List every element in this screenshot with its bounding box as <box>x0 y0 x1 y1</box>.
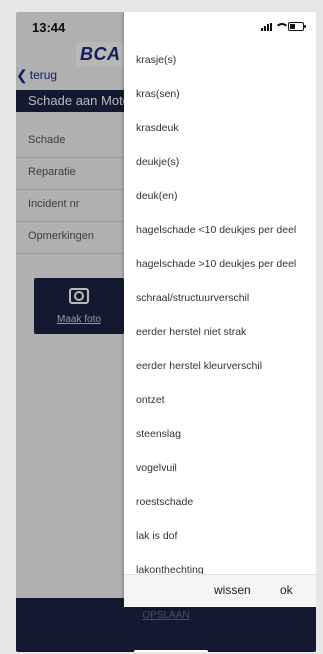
picker-actions: wissen ok <box>124 574 316 607</box>
option-label: lak is dof <box>136 530 178 542</box>
option-item[interactable]: krasje(s) <box>124 48 316 82</box>
option-label: eerder herstel kleurverschil <box>136 360 263 372</box>
option-item[interactable]: lak is dof <box>124 524 316 558</box>
home-indicator[interactable] <box>134 650 208 652</box>
clear-button[interactable]: wissen <box>214 583 251 597</box>
option-label: eerder herstel niet strak <box>136 326 247 338</box>
option-item[interactable]: eerder herstel niet strak <box>124 320 316 354</box>
option-label: vogelvuil <box>136 462 177 474</box>
option-item[interactable]: deuk(en) <box>124 184 316 218</box>
device-frame: 13:44 BCA ❮ terug Schade aan Moto Schade… <box>0 0 323 654</box>
option-item[interactable]: steenslag <box>124 422 316 456</box>
option-label: deukje(s) <box>136 156 180 168</box>
option-label: krasdeuk <box>136 122 179 134</box>
option-item[interactable]: vogelvuil <box>124 456 316 490</box>
option-label: kras(sen) <box>136 88 180 100</box>
option-item[interactable]: eerder herstel kleurverschil <box>124 354 316 388</box>
option-item[interactable]: hagelschade <10 deukjes per deel <box>124 218 316 252</box>
status-icons <box>261 22 306 31</box>
option-item[interactable]: schraal/structuurverschil <box>124 286 316 320</box>
option-label: krasje(s) <box>136 54 177 66</box>
option-label: roestschade <box>136 496 194 508</box>
option-label: steenslag <box>136 428 181 440</box>
option-label: deuk(en) <box>136 190 178 202</box>
picker-options: krasje(s) kras(sen) krasdeuk deukje(s) d… <box>124 48 316 592</box>
option-item[interactable]: roestschade <box>124 490 316 524</box>
ok-button[interactable]: ok <box>280 583 293 597</box>
option-item[interactable]: ontzet <box>124 388 316 422</box>
battery-icon <box>288 22 306 31</box>
option-label: ontzet <box>136 394 165 406</box>
option-label: hagelschade >10 deukjes per deel <box>136 258 297 270</box>
option-item[interactable]: kras(sen) <box>124 82 316 116</box>
phone-screen: 13:44 BCA ❮ terug Schade aan Moto Schade… <box>16 12 316 652</box>
wifi-icon <box>275 22 289 31</box>
damage-type-picker: krasje(s) kras(sen) krasdeuk deukje(s) d… <box>124 12 316 607</box>
option-label: schraal/structuurverschil <box>136 292 250 304</box>
option-item[interactable]: hagelschade >10 deukjes per deel <box>124 252 316 286</box>
option-item[interactable]: deukje(s) <box>124 150 316 184</box>
signal-icon <box>261 22 272 31</box>
option-item[interactable]: krasdeuk <box>124 116 316 150</box>
option-label: hagelschade <10 deukjes per deel <box>136 224 297 236</box>
